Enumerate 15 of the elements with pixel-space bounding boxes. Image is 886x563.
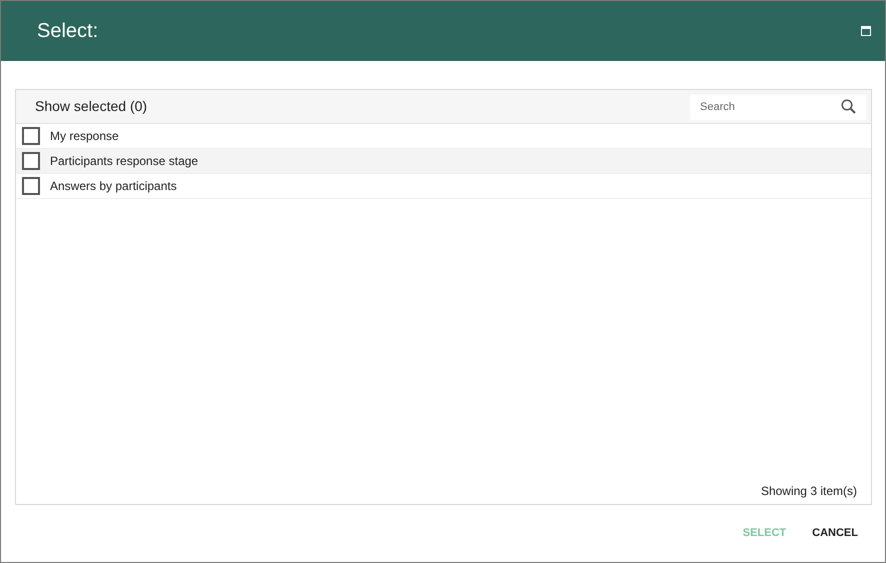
- show-selected-toggle[interactable]: Show selected (0): [35, 96, 148, 117]
- search-field[interactable]: Search: [690, 94, 866, 120]
- maximize-icon[interactable]: [861, 26, 871, 36]
- item-label[interactable]: Participants response stage: [50, 152, 198, 170]
- search-icon[interactable]: [841, 99, 856, 114]
- cancel-button[interactable]: CANCEL: [812, 525, 858, 542]
- checkbox[interactable]: [22, 127, 40, 145]
- list-row[interactable]: Answers by participants: [16, 174, 871, 199]
- item-count: Showing 3 item(s): [760, 483, 858, 500]
- window-title: Select:: [37, 19, 98, 44]
- checkbox[interactable]: [22, 152, 40, 170]
- checkbox[interactable]: [22, 177, 40, 195]
- item-label[interactable]: My response: [50, 127, 119, 145]
- list-row[interactable]: Participants response stage: [16, 149, 871, 174]
- item-label[interactable]: Answers by participants: [50, 177, 177, 195]
